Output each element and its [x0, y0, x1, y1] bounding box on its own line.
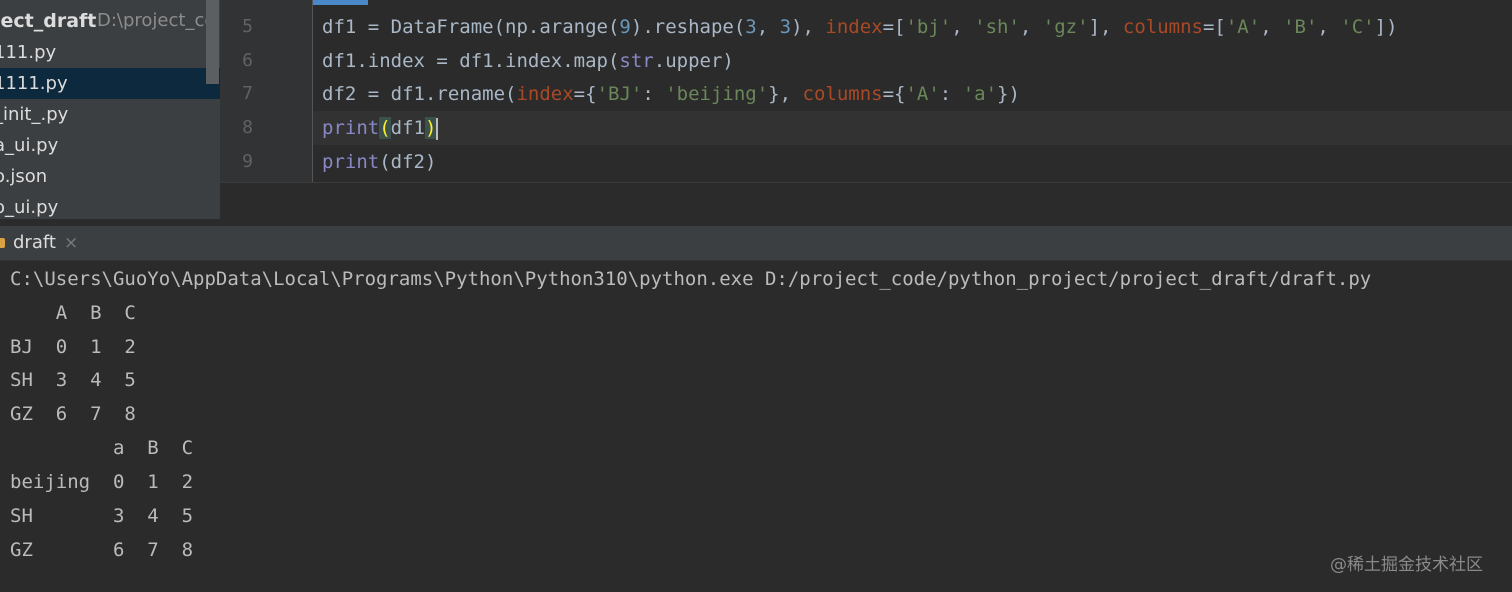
file-item-a-ui-py[interactable]: a_ui.py [0, 130, 220, 161]
code-text: .upper) [653, 50, 734, 72]
project-path: D:\project_co [97, 10, 216, 31]
code-keyword-arg: index [516, 83, 574, 105]
code-builtin: print [322, 117, 380, 139]
console-line: C:\Users\GuoYo\AppData\Local\Programs\Py… [10, 268, 1372, 290]
code-string: 'C' [1340, 16, 1375, 38]
code-text: ), [791, 16, 826, 38]
console-line: a B C [10, 437, 194, 459]
gutter-divider [312, 0, 313, 182]
code-text: =[ [1202, 16, 1226, 38]
code-text: , [1260, 16, 1284, 38]
code-keyword-arg: columns [802, 83, 883, 105]
code-text: ]) [1374, 16, 1398, 38]
code-text: =[ [882, 16, 906, 38]
code-line-5[interactable]: df1 = DataFrame(np.arange(9).reshape(3, … [322, 10, 1398, 44]
code-number: 3 [779, 16, 792, 38]
code-text: , [951, 16, 975, 38]
sidebar-scrollbar[interactable] [206, 0, 219, 84]
line-number-gutter: 5 6 7 8 9 [220, 0, 312, 182]
code-text: ={ [882, 83, 906, 105]
python-file-icon [0, 238, 5, 248]
project-sidebar: ject_draft D:\project_co 111.py 1111.py … [0, 0, 220, 219]
line-number: 8 [242, 117, 253, 138]
code-string: 'BJ' [596, 83, 643, 105]
code-keyword-arg: index [825, 16, 883, 38]
console-line: GZ 6 7 8 [10, 539, 194, 561]
code-text: : [642, 83, 666, 105]
console-line: SH 3 4 5 [10, 369, 136, 391]
code-text: ).reshape( [630, 16, 746, 38]
code-string: 'A' [905, 83, 940, 105]
line-number: 6 [242, 50, 253, 71]
code-line-8[interactable]: print(df1) [313, 111, 1512, 145]
editor-end-divider [220, 182, 1512, 183]
text-caret [436, 117, 439, 140]
line-number: 5 [242, 16, 253, 37]
project-header[interactable]: ject_draft D:\project_co [0, 5, 220, 37]
matched-paren: ( [379, 117, 391, 139]
code-text: df2 = df1.rename( [322, 83, 517, 105]
file-item-o-ui-py[interactable]: o_ui.py [0, 192, 220, 219]
code-text: df1.index = df1.index.map( [322, 50, 620, 72]
code-number: 9 [619, 16, 631, 38]
code-string: 'a' [962, 83, 998, 105]
close-icon[interactable]: × [64, 226, 78, 260]
line-number: 9 [242, 151, 253, 172]
console-line: A B C [10, 302, 136, 324]
code-line-6[interactable]: df1.index = df1.index.map(str.upper) [322, 44, 734, 78]
console-line: GZ 6 7 8 [10, 403, 136, 425]
code-text: df1 [390, 117, 425, 139]
code-text: : [939, 83, 963, 105]
run-tab-label: draft [13, 232, 56, 253]
code-string: 'gz' [1042, 16, 1089, 38]
code-string: 'A' [1225, 16, 1261, 38]
code-line-9[interactable]: print(df2) [322, 145, 436, 179]
file-item-o-json[interactable]: o.json [0, 161, 220, 192]
file-item-init-py[interactable]: _init_.py [0, 99, 220, 130]
console-line: beijing 0 1 2 [10, 471, 194, 493]
code-text: (df2) [379, 151, 437, 173]
code-string: 'sh' [974, 16, 1020, 38]
project-name: ject_draft [0, 10, 97, 32]
code-string: 'bj' [905, 16, 952, 38]
code-string: 'beijing' [665, 83, 769, 105]
code-editor[interactable]: 5 6 7 8 9 df1 = DataFrame(np.arange(9).r… [220, 0, 1512, 219]
code-text: , [756, 16, 780, 38]
code-keyword-arg: columns [1122, 16, 1203, 38]
console-line: SH 3 4 5 [10, 505, 194, 527]
console-line: BJ 0 1 2 [10, 336, 136, 358]
code-text: ={ [573, 83, 597, 105]
code-text: }, [768, 83, 803, 105]
code-text: , [1019, 16, 1043, 38]
matched-paren: ) [424, 117, 437, 139]
code-builtin: print [322, 151, 380, 173]
code-text: , [1317, 16, 1341, 38]
code-builtin: str [619, 50, 654, 72]
run-console[interactable]: C:\Users\GuoYo\AppData\Local\Programs\Py… [0, 262, 1512, 592]
line-number: 7 [242, 83, 253, 104]
code-string: 'B' [1283, 16, 1318, 38]
watermark: @稀土掘金技术社区 [1330, 555, 1483, 575]
file-item-1111-py[interactable]: 1111.py [0, 68, 220, 99]
code-line-7[interactable]: df2 = df1.rename(index={'BJ': 'beijing'}… [322, 77, 1020, 111]
code-text: ], [1088, 16, 1123, 38]
code-number: 3 [745, 16, 757, 38]
file-item-111-py[interactable]: 111.py [0, 37, 220, 68]
run-tool-window-header: draft × [0, 226, 1512, 261]
code-text: df1 = DataFrame(np.arange( [322, 16, 620, 38]
code-text: }) [997, 83, 1020, 105]
